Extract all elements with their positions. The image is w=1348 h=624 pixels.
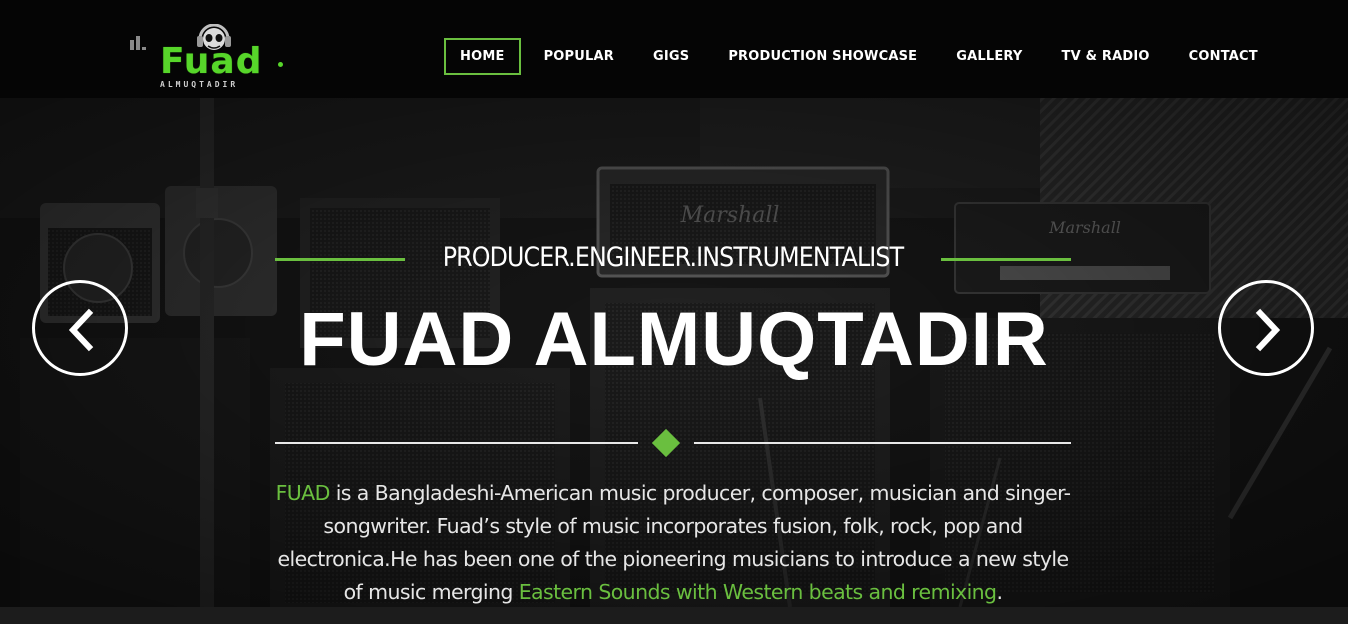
- main-nav: HOME POPULAR GIGS PRODUCTION SHOWCASE GA…: [444, 38, 1281, 75]
- hero-divider: [275, 428, 1071, 458]
- logo-subtitle: ALMUQTADIR: [160, 80, 239, 89]
- hero-description: FUAD is a Bangladeshi-American music pro…: [270, 477, 1076, 607]
- site-logo[interactable]: Fuad ALMUQTADIR: [128, 22, 298, 94]
- logo-dot: [278, 62, 283, 67]
- hero-tagline: PRODUCER.ENGINEER.INSTRUMENTALIST: [442, 242, 904, 273]
- nav-tv-radio[interactable]: TV & RADIO: [1046, 38, 1166, 75]
- tagline-row: PRODUCER.ENGINEER.INSTRUMENTALIST: [275, 240, 1071, 280]
- hero-headline: FUAD ALMUQTADIR: [299, 297, 1049, 382]
- nav-production-showcase[interactable]: PRODUCTION SHOWCASE: [712, 38, 933, 75]
- nav-popular[interactable]: POPULAR: [528, 38, 630, 75]
- nav-gallery[interactable]: GALLERY: [940, 38, 1038, 75]
- logo-wordmark: Fuad: [160, 41, 263, 82]
- nav-home[interactable]: HOME: [444, 38, 521, 75]
- site-header: Fuad ALMUQTADIR HOME POPULAR GIGS PRODUC…: [0, 0, 1348, 98]
- description-end-highlight: Eastern Sounds with Western beats and re…: [518, 580, 997, 604]
- nav-contact[interactable]: CONTACT: [1173, 38, 1274, 75]
- page-bottom-strip: [0, 607, 1348, 624]
- diamond-icon: [651, 428, 681, 458]
- description-name-highlight: FUAD: [275, 481, 331, 505]
- description-end: .: [996, 580, 1003, 604]
- hero-slider: Marshall Marshall PRODUCER.ENGINEER.IN: [0, 98, 1348, 607]
- nav-gigs[interactable]: GIGS: [637, 38, 705, 75]
- equalizer-icon: [130, 34, 150, 50]
- divider-line-left: [275, 442, 638, 444]
- divider-line-right: [694, 442, 1071, 444]
